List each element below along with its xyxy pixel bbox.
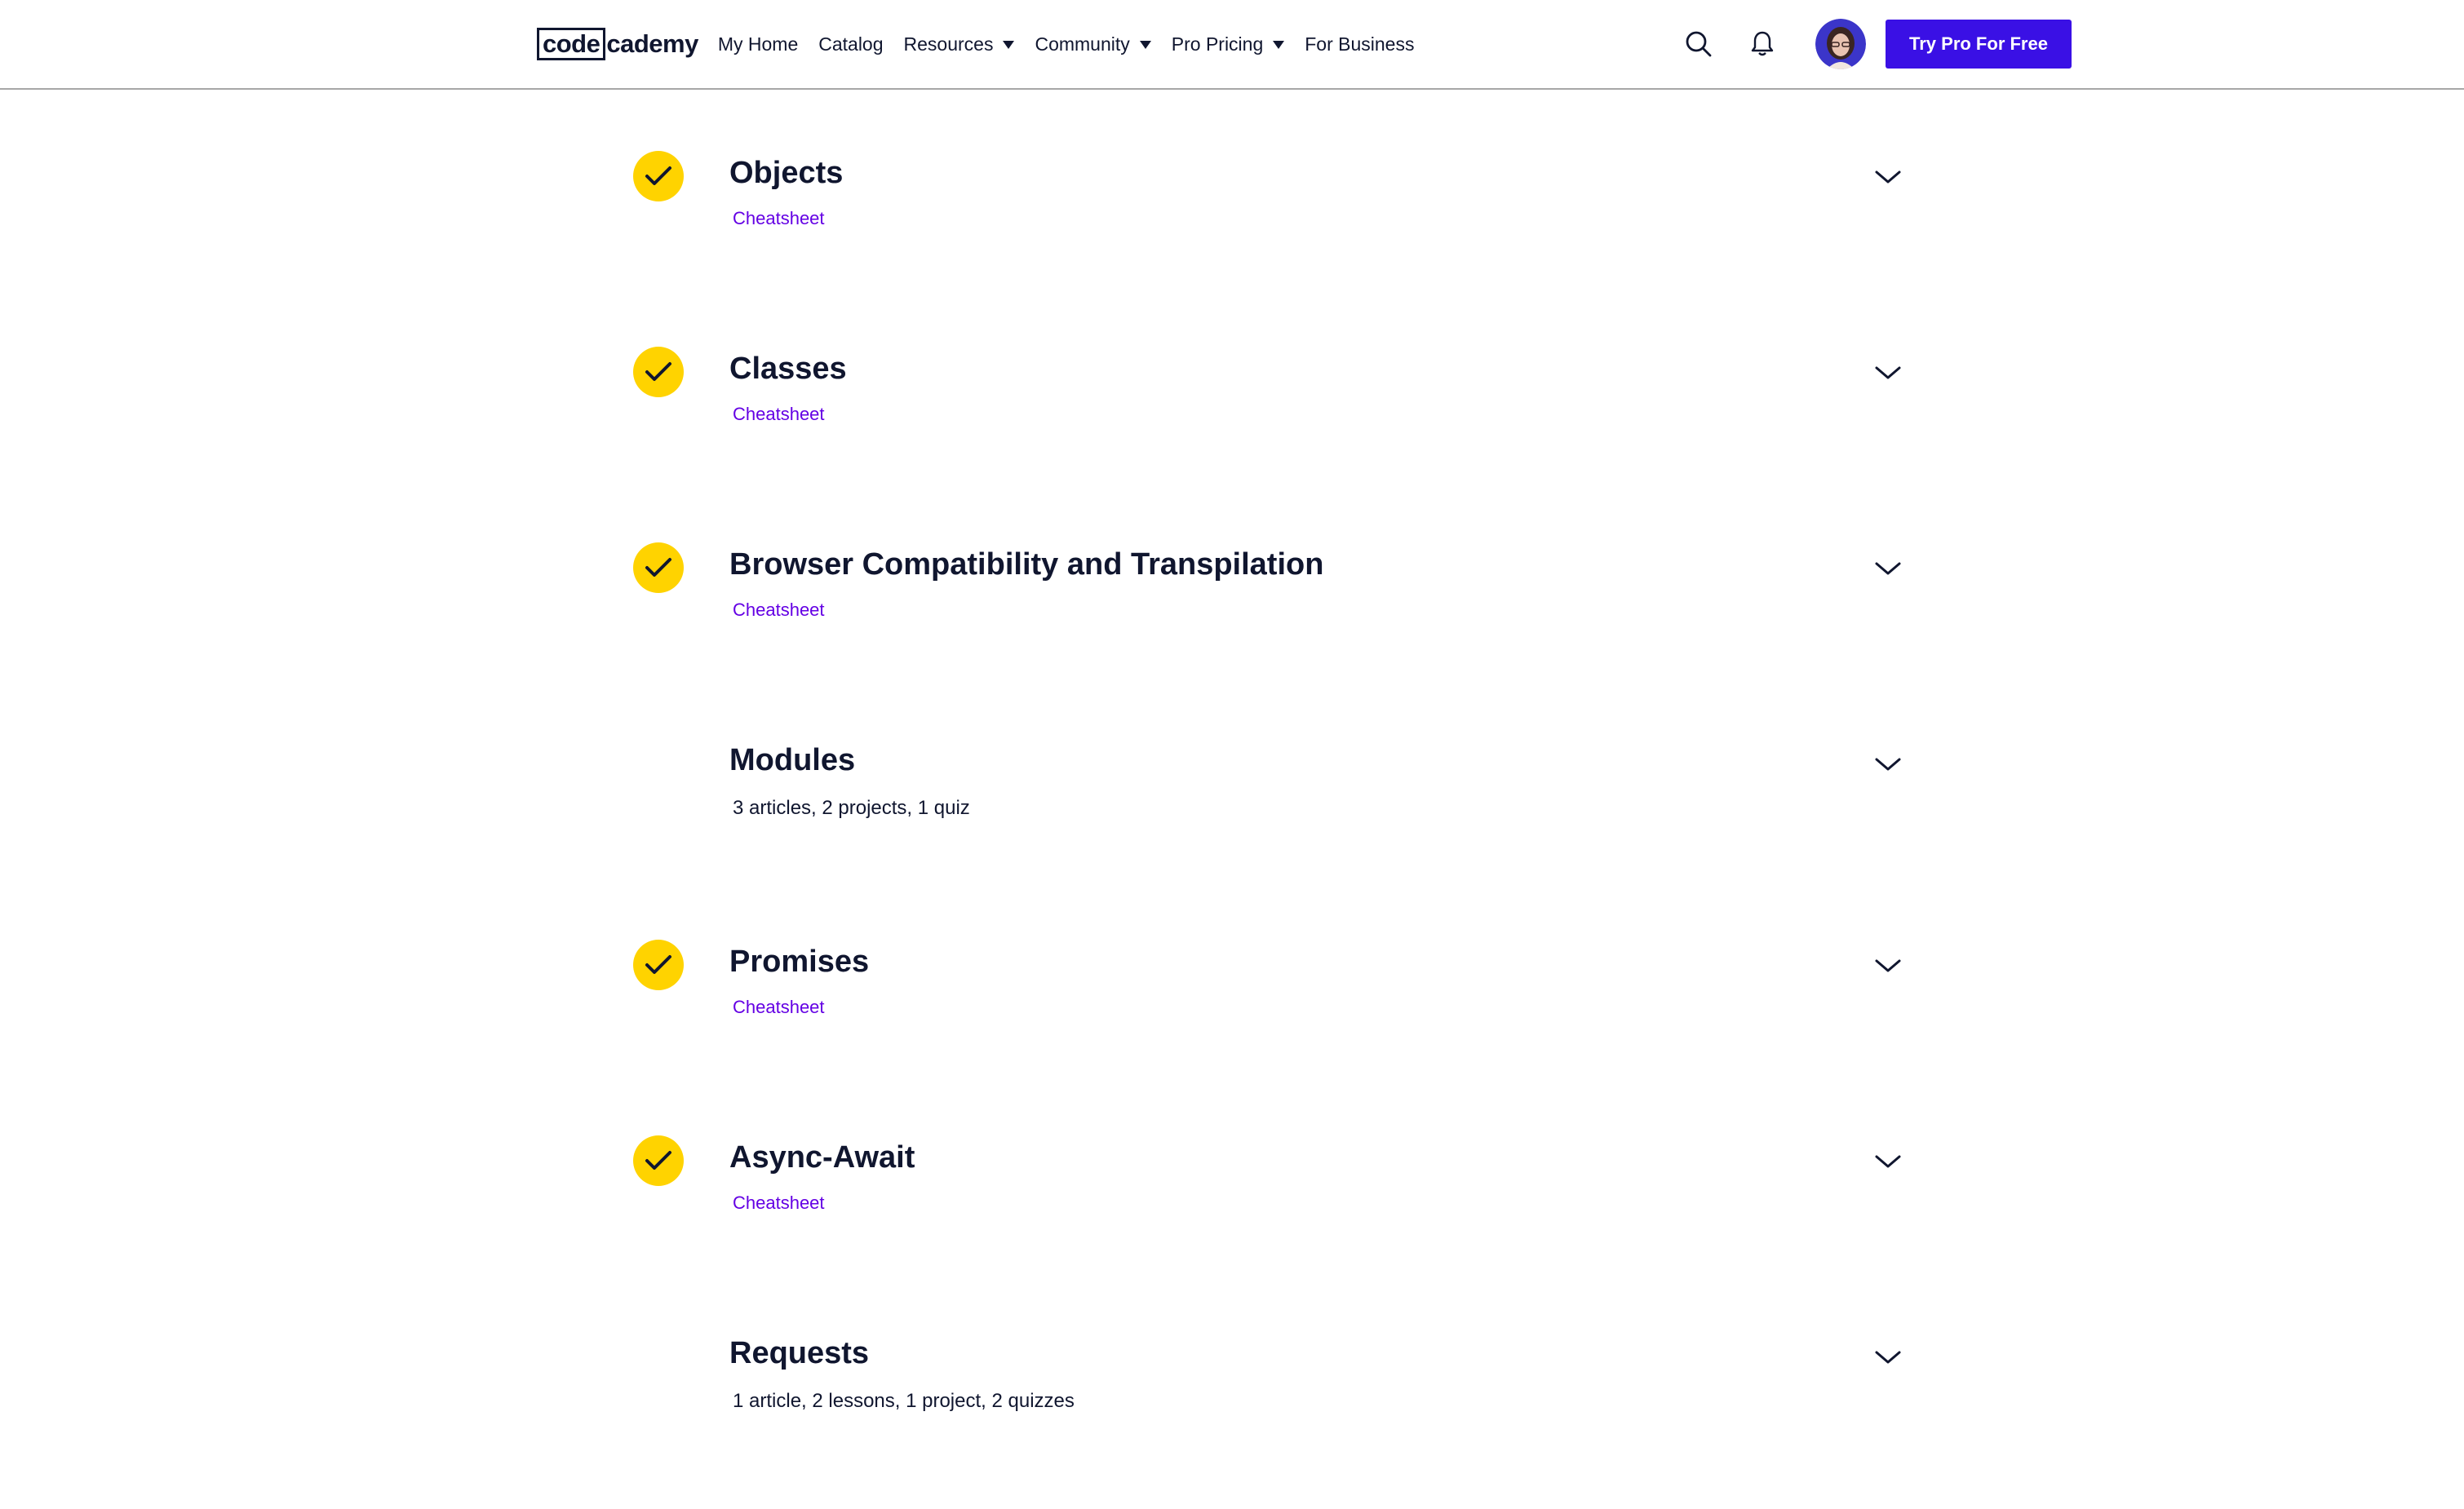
caret-down-icon — [1003, 41, 1015, 49]
cheatsheet-link[interactable]: Cheatsheet — [733, 1193, 825, 1214]
module-title[interactable]: Objects — [729, 156, 843, 191]
module-row[interactable]: Requests 1 article, 2 lessons, 1 project… — [633, 1331, 1906, 1462]
nav-community-dropdown[interactable]: Community — [1035, 33, 1151, 55]
module-row[interactable]: Classes Cheatsheet — [633, 347, 1906, 477]
chevron-down-icon[interactable] — [1873, 956, 1903, 976]
logo-code-box: code — [537, 28, 606, 60]
chevron-down-icon[interactable] — [1873, 754, 1903, 774]
nav-for-business[interactable]: For Business — [1305, 33, 1414, 55]
checkmark-icon — [633, 542, 684, 593]
nav-catalog-label: Catalog — [818, 33, 884, 55]
nav-my-home[interactable]: My Home — [718, 33, 798, 55]
nav-resources-label: Resources — [903, 33, 994, 55]
codecademy-logo[interactable]: code cademy — [537, 28, 698, 60]
module-row[interactable]: Browser Compatibility and Transpilation … — [633, 542, 1906, 673]
primary-nav: code cademy My Home Catalog Resources Com… — [537, 0, 1434, 88]
nav-for-business-label: For Business — [1305, 33, 1415, 55]
module-title[interactable]: Modules — [729, 743, 855, 778]
cheatsheet-link[interactable]: Cheatsheet — [733, 208, 825, 229]
chevron-down-icon[interactable] — [1873, 167, 1903, 187]
nav-pro-pricing-dropdown[interactable]: Pro Pricing — [1171, 33, 1285, 55]
search-icon[interactable] — [1681, 26, 1717, 62]
checkmark-icon — [633, 151, 684, 201]
module-title[interactable]: Async-Await — [729, 1140, 915, 1175]
caret-down-icon — [1139, 41, 1151, 49]
module-contents-summary: 3 articles, 2 projects, 1 quiz — [733, 797, 970, 819]
cheatsheet-link[interactable]: Cheatsheet — [733, 997, 825, 1018]
cheatsheet-link[interactable]: Cheatsheet — [733, 404, 825, 425]
bell-icon[interactable] — [1744, 26, 1780, 62]
module-row[interactable]: Objects Cheatsheet — [633, 151, 1906, 281]
checkmark-icon — [633, 1135, 684, 1186]
avatar[interactable] — [1815, 19, 1866, 69]
chevron-down-icon[interactable] — [1873, 1347, 1903, 1367]
chevron-down-icon[interactable] — [1873, 559, 1903, 578]
nav-community-label: Community — [1035, 33, 1130, 55]
try-pro-button[interactable]: Try Pro For Free — [1886, 20, 2072, 69]
chevron-down-icon[interactable] — [1873, 363, 1903, 383]
module-row[interactable]: Promises Cheatsheet — [633, 940, 1906, 1070]
header-tools: Try Pro For Free — [1681, 0, 2072, 88]
module-title[interactable]: Classes — [729, 352, 847, 387]
checkmark-icon — [633, 347, 684, 397]
module-title[interactable]: Requests — [729, 1336, 869, 1371]
nav-pro-pricing-label: Pro Pricing — [1171, 33, 1264, 55]
module-contents-summary: 1 article, 2 lessons, 1 project, 2 quizz… — [733, 1390, 1075, 1412]
checkmark-icon — [633, 940, 684, 990]
nav-my-home-label: My Home — [717, 33, 799, 55]
module-row[interactable]: Async-Await Cheatsheet — [633, 1135, 1906, 1266]
caret-down-icon — [1273, 41, 1285, 49]
chevron-down-icon[interactable] — [1873, 1152, 1903, 1171]
nav-catalog[interactable]: Catalog — [818, 33, 883, 55]
module-title[interactable]: Browser Compatibility and Transpilation — [729, 547, 1323, 582]
cheatsheet-link[interactable]: Cheatsheet — [733, 600, 825, 621]
module-row[interactable]: Modules 3 articles, 2 projects, 1 quiz — [633, 738, 1906, 869]
nav-resources-dropdown[interactable]: Resources — [904, 33, 1015, 55]
logo-cademy-text: cademy — [606, 29, 698, 58]
top-navigation-bar: code cademy My Home Catalog Resources Com… — [0, 0, 2464, 90]
module-title[interactable]: Promises — [729, 945, 869, 980]
